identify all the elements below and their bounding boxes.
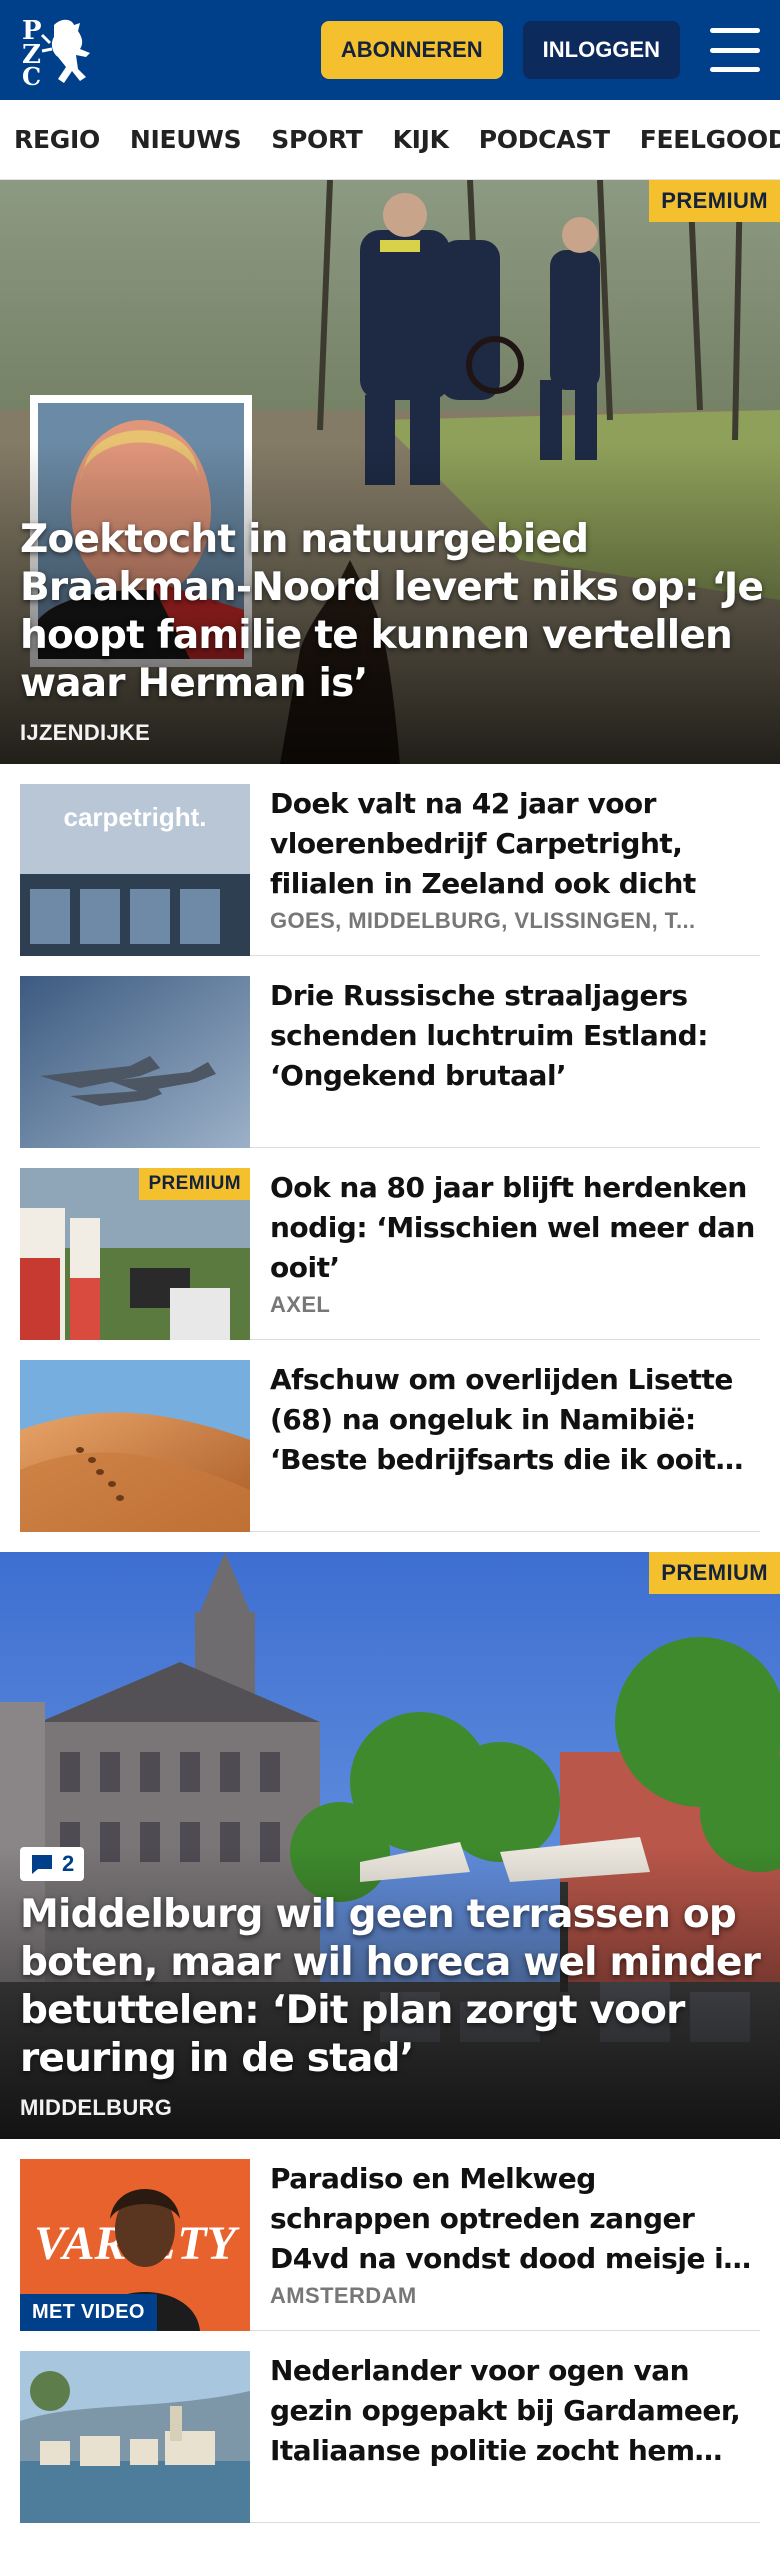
hero-title[interactable]: Zoektocht in natuurgebied Braakman-Noord… (20, 516, 764, 708)
article-list-2: VARIETY MET VIDEO Paradiso en Melkweg sc… (0, 2139, 780, 2523)
nav-item-kijk[interactable]: KIJK (393, 125, 449, 154)
pzc-logo[interactable]: P Z C (20, 11, 112, 89)
list-item[interactable]: Nederlander voor ogen van gezin opgepakt… (20, 2331, 760, 2523)
premium-badge: PREMIUM (649, 1552, 780, 1594)
article-thumbnail (20, 976, 250, 1148)
hero-article-middelburg[interactable]: PREMIUM 2 Middelburg wil geen terrassen … (0, 1552, 780, 2139)
comment-icon (32, 1855, 52, 1874)
subscribe-button[interactable]: ABONNEREN (320, 21, 503, 79)
article-title[interactable]: Doek valt na 42 jaar voor vloerenbedrijf… (270, 784, 760, 904)
list-item[interactable]: Afschuw om overlijden Lisette (68) na on… (20, 1340, 760, 1532)
article-location: AMSTERDAM (270, 2283, 417, 2308)
article-thumbnail (20, 1360, 250, 1532)
premium-badge: PREMIUM (139, 1168, 250, 1200)
list-item[interactable]: Drie Russische straaljagers schenden luc… (20, 956, 760, 1148)
menu-icon[interactable] (710, 28, 760, 72)
hero-location: IJZENDIJKE (20, 720, 151, 745)
article-thumbnail: carpetright. (20, 784, 250, 956)
nav-item-podcast[interactable]: PODCAST (479, 125, 610, 154)
hero-location: MIDDELBURG (20, 2095, 173, 2120)
pzc-logo-icon: P Z C (22, 16, 90, 87)
article-title[interactable]: Afschuw om overlijden Lisette (68) na on… (270, 1360, 760, 1480)
login-button[interactable]: INLOGGEN (522, 21, 680, 79)
comment-count: 2 (62, 1851, 75, 1876)
nav-item-sport[interactable]: SPORT (271, 125, 363, 154)
article-thumbnail: PREMIUM (20, 1168, 250, 1340)
article-thumbnail (20, 2351, 250, 2523)
list-item[interactable]: VARIETY MET VIDEO Paradiso en Melkweg sc… (20, 2139, 760, 2331)
article-location: AXEL (270, 1292, 331, 1317)
article-title[interactable]: Drie Russische straaljagers schenden luc… (270, 976, 760, 1096)
nav-item-regio[interactable]: REGIO (14, 125, 100, 154)
article-title[interactable]: Ook na 80 jaar blijft herdenken nodig: ‘… (270, 1168, 760, 1288)
hero-title[interactable]: Middelburg wil geen terrassen op boten, … (20, 1891, 764, 2083)
nav-item-nieuws[interactable]: NIEUWS (130, 125, 242, 154)
article-title[interactable]: Paradiso en Melkweg schrappen optreden z… (270, 2159, 760, 2279)
article-thumbnail: VARIETY MET VIDEO (20, 2159, 250, 2331)
main-navigation: REGIO NIEUWS SPORT KIJK PODCAST FEELGOOD (0, 100, 780, 180)
svg-text:carpetright.: carpetright. (63, 802, 206, 832)
premium-badge: PREMIUM (649, 180, 780, 222)
list-item[interactable]: carpetright. Doek valt na 42 jaar voor v… (20, 764, 760, 956)
article-title[interactable]: Nederlander voor ogen van gezin opgepakt… (270, 2351, 760, 2471)
article-list-1: carpetright. Doek valt na 42 jaar voor v… (0, 764, 780, 1532)
list-item[interactable]: PREMIUM Ook na 80 jaar blijft herdenken … (20, 1148, 760, 1340)
video-badge: MET VIDEO (20, 2294, 157, 2331)
site-header: P Z C ABONNEREN INLOGGEN (0, 0, 780, 100)
nav-item-feelgood[interactable]: FEELGOOD (640, 125, 780, 154)
hero-article-search[interactable]: PREMIUM Zoektocht in natuurgebied Braakm… (0, 180, 780, 764)
article-location: GOES, MIDDELBURG, VLISSINGEN, T... (270, 908, 696, 933)
comment-count-badge[interactable]: 2 (20, 1847, 85, 1881)
svg-text:C: C (22, 62, 41, 87)
